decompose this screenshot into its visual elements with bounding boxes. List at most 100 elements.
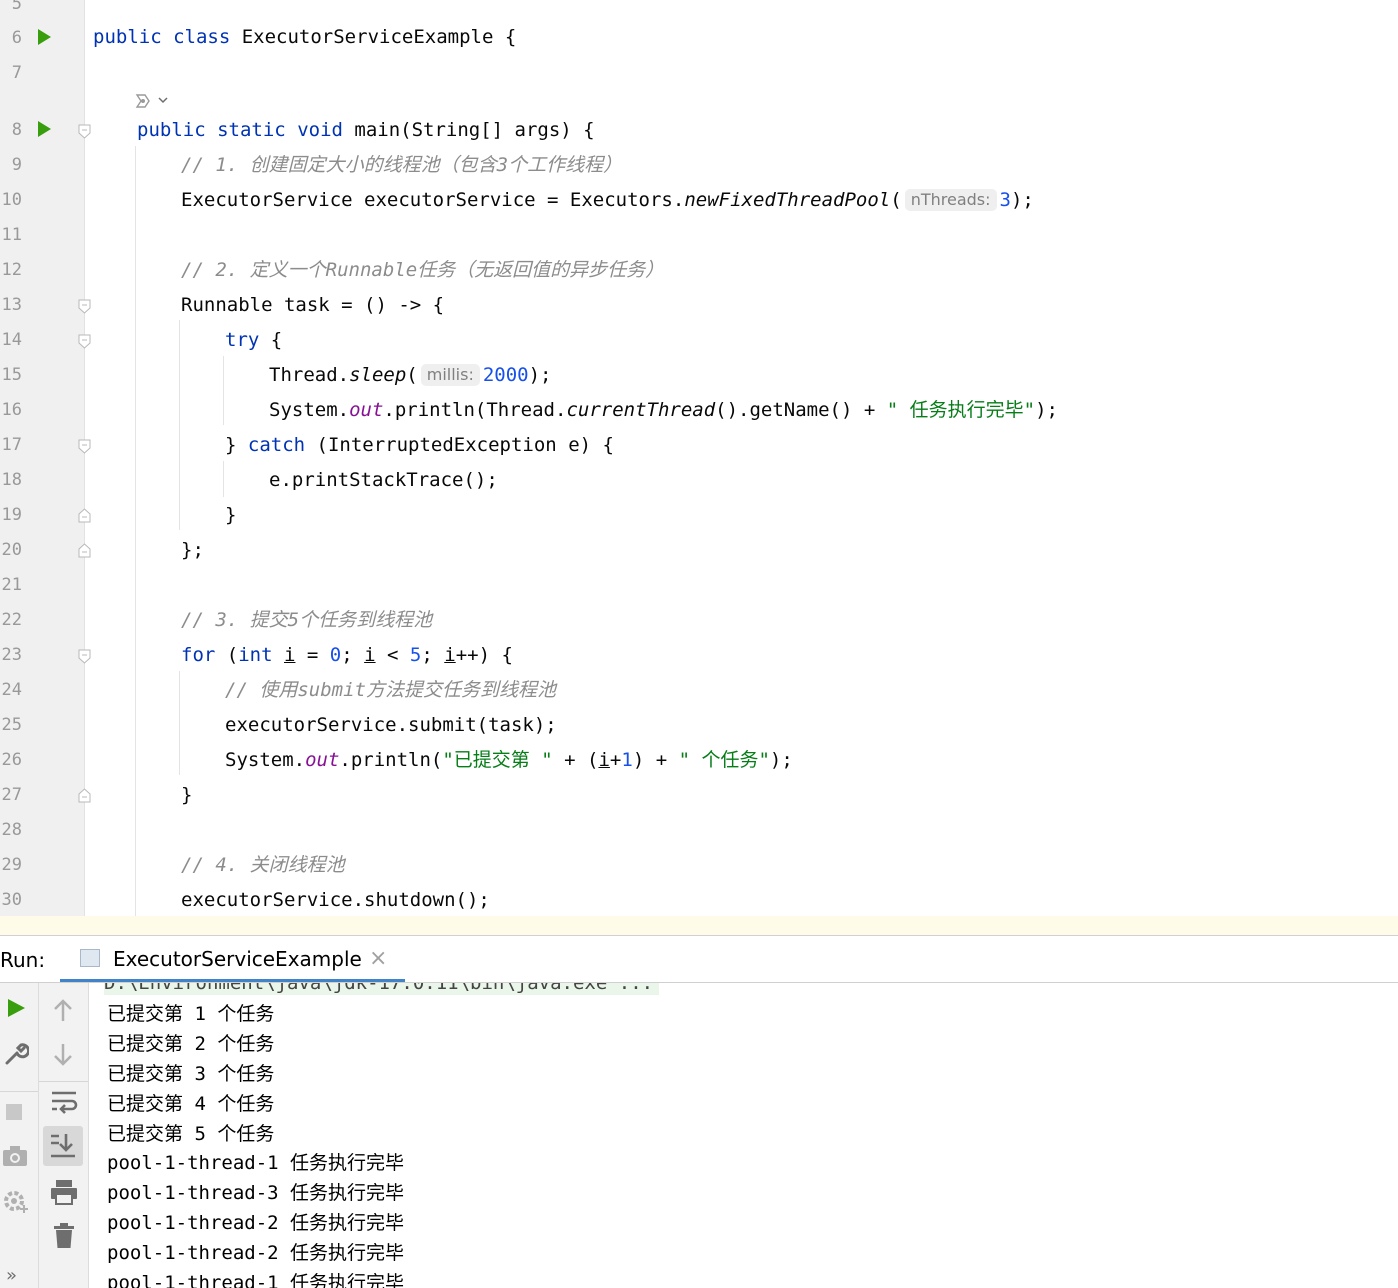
code-line-20[interactable]: };: [181, 538, 204, 562]
code-comment[interactable]: // 2. 定义一个Runnable任务（无返回值的异步任务）: [181, 258, 664, 282]
close-icon[interactable]: ×: [369, 946, 387, 971]
line-number: 13: [1, 295, 22, 315]
more-actions-icon[interactable]: »: [6, 1265, 17, 1286]
fold-marker-icon[interactable]: [77, 508, 92, 523]
parameter-hint: millis:: [420, 364, 480, 386]
console-line: pool-1-thread-3 任务执行完毕: [107, 1182, 405, 1204]
code-text: ;: [341, 644, 365, 666]
line-number: 17: [1, 435, 22, 455]
run-toolbar-primary: »: [0, 983, 39, 1288]
code-text: ;: [421, 644, 445, 666]
trash-icon[interactable]: [53, 1223, 75, 1249]
code-line-23[interactable]: for (int i = 0; i < 5; i++) {: [181, 643, 513, 667]
ai-assistant-icon[interactable]: [133, 90, 171, 112]
code-line-13[interactable]: Runnable task = () -> {: [181, 293, 444, 317]
fold-marker-icon[interactable]: [77, 124, 92, 139]
code-line-6[interactable]: public class ExecutorServiceExample {: [93, 25, 516, 49]
print-icon[interactable]: [50, 1179, 78, 1205]
loop-variable: i: [364, 644, 376, 666]
console-line: pool-1-thread-1 任务执行完毕: [107, 1272, 405, 1288]
loop-variable: i: [284, 644, 296, 666]
code-comment[interactable]: // 1. 创建固定大小的线程池（包含3个工作线程）: [181, 153, 622, 177]
code-line-10[interactable]: ExecutorService executorService = Execut…: [181, 188, 1034, 212]
console-line: 已提交第 2 个任务: [107, 1033, 275, 1055]
console-command-line: D:\Environment\java\jdk-17.0.11\bin\java…: [104, 983, 660, 995]
code-line-30[interactable]: executorService.shutdown();: [181, 888, 490, 912]
method-call: newFixedThreadPool: [684, 189, 891, 211]
run-tab[interactable]: ExecutorServiceExample ×: [60, 936, 405, 982]
code-line-25[interactable]: executorService.submit(task);: [225, 713, 557, 737]
code-line-27[interactable]: }: [181, 783, 192, 807]
code-text: .println(Thread.: [383, 399, 567, 421]
keyword: int: [238, 644, 273, 666]
fold-marker-icon[interactable]: [77, 649, 92, 664]
camera-icon[interactable]: [2, 1145, 28, 1167]
arrow-down-icon[interactable]: [52, 1043, 74, 1067]
code-text: (: [215, 644, 239, 666]
code-comment[interactable]: // 3. 提交5个任务到线程池: [181, 608, 432, 632]
string-literal: " 任务执行完毕": [886, 399, 1036, 421]
line-number: 15: [1, 365, 22, 385]
fold-marker-icon[interactable]: [77, 334, 92, 349]
class-name: ExecutorServiceExample {: [230, 26, 517, 48]
code-text: );: [1010, 189, 1034, 211]
code-editor[interactable]: 5 6 7 8 9 10 11 12 13 14 15 16 17 18 19 …: [0, 0, 1398, 935]
scroll-to-end-icon: [51, 1134, 75, 1158]
code-line-16[interactable]: System.out.println(Thread.currentThread(…: [269, 398, 1058, 422]
code-text: .println(: [339, 749, 443, 771]
code-comment[interactable]: // 使用submit方法提交任务到线程池: [225, 678, 556, 702]
code-text: );: [528, 364, 552, 386]
run-toolbar-secondary: [39, 983, 89, 1288]
line-number: 12: [1, 260, 22, 280]
indent-guide: [223, 461, 224, 497]
code-line-15[interactable]: Thread.sleep(millis: 2000);: [269, 363, 551, 387]
line-number: 6: [11, 28, 22, 48]
rerun-icon[interactable]: [5, 997, 27, 1019]
code-line-19[interactable]: }: [225, 503, 236, 527]
console-line: pool-1-thread-2 任务执行完毕: [107, 1212, 405, 1234]
fold-marker-icon[interactable]: [77, 788, 92, 803]
line-number: 23: [1, 645, 22, 665]
code-line-8[interactable]: public static void main(String[] args) {: [137, 118, 595, 142]
code-text: Thread.: [269, 364, 350, 386]
stop-icon[interactable]: [5, 1103, 23, 1121]
method-signature: main(String[] args) {: [342, 119, 595, 141]
code-line-17[interactable]: } catch (InterruptedException e) {: [225, 433, 614, 457]
indent-guide: [135, 146, 136, 926]
parameter-hint: nThreads:: [904, 189, 997, 211]
settings-icon[interactable]: [2, 1189, 30, 1217]
line-number: 14: [1, 330, 22, 350]
scroll-to-end-toggle[interactable]: [43, 1126, 83, 1166]
line-number: 21: [1, 575, 22, 595]
code-line-26[interactable]: System.out.println("已提交第 " + (i+1) + " 个…: [225, 748, 793, 772]
indent-guide: [179, 320, 180, 530]
line-number: 19: [1, 505, 22, 525]
fold-marker-icon[interactable]: [77, 543, 92, 558]
code-text: (InterruptedException e) {: [305, 434, 614, 456]
run-gutter-icon[interactable]: [38, 121, 51, 137]
code-text: (: [890, 189, 902, 211]
console-output[interactable]: D:\Environment\java\jdk-17.0.11\bin\java…: [89, 983, 1398, 1288]
run-gutter-icon[interactable]: [38, 29, 51, 45]
line-number: 27: [1, 785, 22, 805]
arrow-up-icon[interactable]: [52, 998, 74, 1022]
line-number: 30: [1, 890, 22, 910]
code-line-18[interactable]: e.printStackTrace();: [269, 468, 498, 492]
code-text: ().getName() +: [715, 399, 887, 421]
wrench-icon[interactable]: [3, 1041, 29, 1067]
soft-wrap-icon[interactable]: [50, 1089, 78, 1115]
code-comment[interactable]: // 4. 关闭线程池: [181, 853, 345, 877]
code-text: ExecutorService executorService = Execut…: [181, 189, 685, 211]
line-number: 24: [1, 680, 22, 700]
code-line-14[interactable]: try {: [225, 328, 282, 352]
editor-gutter: 5 6 7 8 9 10 11 12 13 14 15 16 17 18 19 …: [0, 0, 91, 935]
fold-marker-icon[interactable]: [77, 299, 92, 314]
fold-marker-icon[interactable]: [77, 439, 92, 454]
code-text: System.: [225, 749, 306, 771]
code-text: +: [609, 749, 622, 771]
code-text: }: [225, 434, 248, 456]
code-text: + (: [552, 749, 599, 771]
code-text: (: [406, 364, 418, 386]
code-text: <: [375, 644, 410, 666]
keyword: for: [181, 644, 216, 666]
